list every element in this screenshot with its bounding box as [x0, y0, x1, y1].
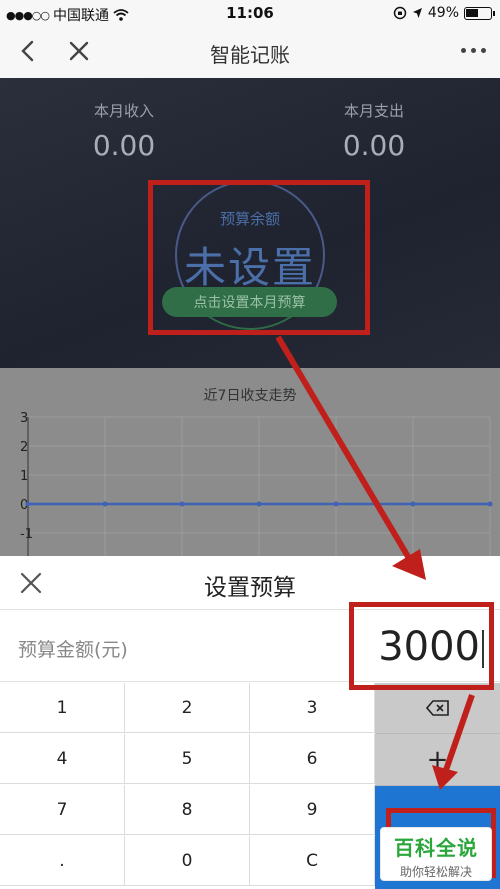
backspace-icon	[425, 700, 449, 716]
battery-percent: 49%	[427, 5, 459, 21]
y-tick-label: -1	[20, 527, 33, 542]
amount-label: 预算金额(元)	[18, 639, 128, 661]
chart-title: 近7日收支走势	[203, 388, 297, 404]
key-dot[interactable]: .	[0, 836, 125, 886]
y-tick-label: 2	[20, 440, 28, 455]
status-bar: ●●●○○ 中国联通 11:06 49%	[0, 0, 500, 26]
key-5[interactable]: 5	[125, 734, 250, 784]
data-point	[487, 501, 493, 507]
rotation-lock-icon	[393, 6, 407, 20]
watermark-logo: 百科全说 助你轻松解决	[380, 827, 492, 881]
key-2[interactable]: 2	[125, 683, 250, 733]
key-9[interactable]: 9	[250, 785, 375, 835]
location-icon	[412, 8, 422, 18]
data-point	[179, 501, 185, 507]
watermark-title: 百科全说	[394, 836, 478, 860]
data-point	[102, 501, 108, 507]
income-label: 本月收入	[93, 102, 154, 120]
sheet-title: 设置预算	[204, 575, 296, 601]
expense-stat: 本月支出 0.00	[304, 100, 444, 162]
key-3[interactable]: 3	[250, 683, 375, 733]
data-point	[410, 501, 416, 507]
key-7[interactable]: 7	[0, 785, 125, 835]
key-6[interactable]: 6	[250, 734, 375, 784]
battery-icon	[464, 6, 495, 20]
data-point	[25, 501, 31, 507]
income-value: 0.00	[92, 129, 156, 162]
y-tick-label: 3	[20, 411, 28, 426]
plus-key[interactable]: +	[375, 734, 500, 786]
backspace-key[interactable]	[375, 683, 500, 734]
expense-label: 本月支出	[343, 102, 404, 120]
annotation-box-budget	[148, 180, 370, 335]
trend-chart: 3 2 1 0 -1 近7日收支走势	[0, 368, 500, 556]
key-8[interactable]: 8	[125, 785, 250, 835]
page-title: 智能记账	[210, 43, 290, 67]
key-4[interactable]: 4	[0, 734, 125, 784]
key-0[interactable]: 0	[125, 836, 250, 886]
income-stat: 本月收入 0.00	[54, 100, 194, 162]
more-options-icon[interactable]	[461, 48, 486, 53]
key-clear[interactable]: C	[250, 836, 375, 886]
expense-value: 0.00	[342, 129, 406, 162]
data-point	[333, 501, 339, 507]
watermark-subtitle: 助你轻松解决	[399, 865, 472, 879]
data-point	[256, 501, 262, 507]
y-tick-label: 1	[20, 469, 28, 484]
annotation-box-amount	[349, 602, 494, 690]
nav-bar: 智能记账	[0, 26, 500, 78]
key-1[interactable]: 1	[0, 683, 125, 733]
